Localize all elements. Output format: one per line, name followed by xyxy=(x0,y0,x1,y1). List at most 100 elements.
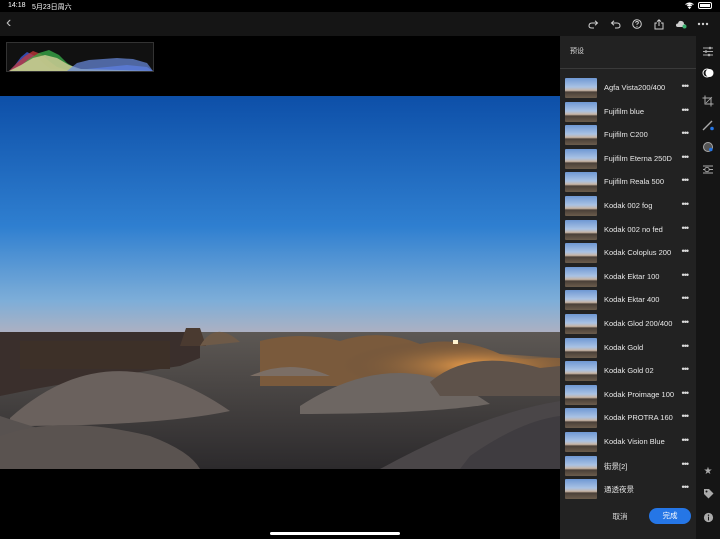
presets-icon[interactable] xyxy=(700,66,716,80)
preset-thumbnail xyxy=(565,266,597,287)
preset-more-icon[interactable]: ••• xyxy=(682,270,690,280)
preset-name: Kodak Ektar 400 xyxy=(604,295,660,305)
preset-item[interactable]: Kodak 002 fog ••• xyxy=(560,194,696,218)
preset-thumbnail xyxy=(565,125,597,146)
battery-icon xyxy=(698,2,712,9)
tag-icon[interactable] xyxy=(700,486,716,500)
preset-item[interactable]: 通透夜景 ••• xyxy=(560,477,696,501)
preset-item[interactable]: Kodak Ektar 100 ••• xyxy=(560,265,696,289)
presets-panel: 预设 Agfa Vista200/400 ••• Fujifilm blue ••• F… xyxy=(560,36,696,539)
preset-more-icon[interactable]: ••• xyxy=(682,105,690,115)
preset-thumbnail xyxy=(565,195,597,216)
preset-name: Fujifilm C200 xyxy=(604,130,648,140)
preset-item[interactable]: Kodak 002 no fed ••• xyxy=(560,218,696,242)
preset-more-icon[interactable]: ••• xyxy=(682,223,690,233)
preset-item[interactable]: Kodak Vision Blue ••• xyxy=(560,430,696,454)
preset-more-icon[interactable]: ••• xyxy=(682,341,690,351)
preset-name: 通透夜景 xyxy=(604,485,634,495)
preset-thumbnail xyxy=(565,313,597,334)
preset-name: Agfa Vista200/400 xyxy=(604,83,666,92)
wifi-icon xyxy=(685,2,694,9)
preset-name: Kodak PROTRA 160 xyxy=(604,413,673,423)
panel-divider xyxy=(560,68,696,69)
preset-item[interactable]: Agfa Vista200/400 ••• xyxy=(560,76,696,100)
preset-thumbnail xyxy=(565,479,597,500)
preset-thumbnail xyxy=(565,101,597,122)
home-indicator xyxy=(270,532,400,535)
preset-list: Agfa Vista200/400 ••• Fujifilm blue ••• Fuji… xyxy=(560,76,696,501)
preset-thumbnail xyxy=(565,431,597,452)
toolbar-actions xyxy=(582,16,714,32)
preset-more-icon[interactable]: ••• xyxy=(682,482,690,492)
preset-item[interactable]: Kodak Gold ••• xyxy=(560,336,696,360)
preset-more-icon[interactable]: ••• xyxy=(682,246,690,256)
preset-item[interactable]: Fujifilm Eterna 250D ••• xyxy=(560,147,696,171)
right-tool-rail: ★ xyxy=(696,36,720,539)
preset-thumbnail xyxy=(565,384,597,405)
preset-name: Kodak 002 no fed xyxy=(604,224,663,234)
preset-name: Fujifilm Reala 500 xyxy=(604,177,665,187)
preset-more-icon[interactable]: ••• xyxy=(682,199,690,209)
preset-item[interactable]: Fujifilm C200 ••• xyxy=(560,123,696,147)
preset-more-icon[interactable]: ••• xyxy=(682,364,690,374)
status-bar: 14:18 5月23日周六 xyxy=(0,0,720,12)
sliders-icon[interactable] xyxy=(700,44,716,58)
undo-icon[interactable] xyxy=(604,16,626,32)
preset-name: Fujifilm blue xyxy=(604,106,645,116)
preset-more-icon[interactable]: ••• xyxy=(682,81,690,91)
preset-more-icon[interactable]: ••• xyxy=(682,459,690,469)
preset-thumbnail xyxy=(565,455,597,476)
versions-icon[interactable] xyxy=(700,162,716,176)
preset-thumbnail xyxy=(565,243,597,264)
preset-more-icon[interactable]: ••• xyxy=(682,388,690,398)
crop-icon[interactable] xyxy=(700,94,716,108)
preset-item[interactable]: Fujifilm Reala 500 ••• xyxy=(560,170,696,194)
preset-name: Kodak Proimage 100 xyxy=(604,389,675,399)
top-toolbar: ‹ xyxy=(0,12,720,36)
preset-item[interactable]: Fujifilm blue ••• xyxy=(560,100,696,124)
preset-item[interactable]: Kodak PROTRA 160 ••• xyxy=(560,406,696,430)
share-icon[interactable] xyxy=(648,16,670,32)
preset-thumbnail xyxy=(565,78,597,98)
healing-icon[interactable] xyxy=(700,118,716,132)
help-icon[interactable] xyxy=(626,16,648,32)
preset-more-icon[interactable]: ••• xyxy=(682,152,690,162)
preset-name: Kodak Gold xyxy=(604,342,644,352)
preset-item[interactable]: Kodak Proimage 100 ••• xyxy=(560,383,696,407)
redo-icon[interactable] xyxy=(582,16,604,32)
preset-name: Kodak Ektar 100 xyxy=(604,271,660,281)
preset-more-icon[interactable]: ••• xyxy=(682,435,690,445)
status-date: 5月23日周六 xyxy=(32,4,72,11)
panel-title: 预设 xyxy=(570,48,584,55)
preset-item[interactable]: Kodak Gold 02 ••• xyxy=(560,359,696,383)
photo-canvas[interactable] xyxy=(0,36,560,539)
preset-more-icon[interactable]: ••• xyxy=(682,317,690,327)
preset-more-icon[interactable]: ••• xyxy=(682,293,690,303)
preset-item[interactable]: Kodak Glod 200/400 ••• xyxy=(560,312,696,336)
preset-name: Kodak Gold 02 xyxy=(604,366,654,376)
more-icon[interactable] xyxy=(692,16,714,32)
preset-name: 街景[2] xyxy=(604,461,628,471)
cloud-sync-icon[interactable] xyxy=(670,16,692,32)
preset-thumbnail xyxy=(565,148,597,169)
photo-preview xyxy=(0,96,560,469)
preset-more-icon[interactable]: ••• xyxy=(682,128,690,138)
mask-icon[interactable] xyxy=(700,140,716,154)
preset-thumbnail xyxy=(565,337,597,358)
preset-thumbnail xyxy=(565,219,597,240)
preset-item[interactable]: Kodak Ektar 400 ••• xyxy=(560,288,696,312)
preset-item[interactable]: 街景[2] ••• xyxy=(560,454,696,478)
preset-name: Kodak 002 fog xyxy=(604,200,653,210)
back-chevron-icon[interactable]: ‹ xyxy=(6,14,11,32)
preset-name: Kodak Glod 200/400 xyxy=(604,318,673,328)
histogram xyxy=(6,42,154,72)
status-indicators xyxy=(685,2,712,9)
star-icon[interactable]: ★ xyxy=(700,464,716,478)
preset-more-icon[interactable]: ••• xyxy=(682,175,690,185)
info-icon[interactable] xyxy=(700,510,716,524)
preset-more-icon[interactable]: ••• xyxy=(682,411,690,421)
preset-item[interactable]: Kodak Coloplus 200 ••• xyxy=(560,241,696,265)
preset-name: Kodak Vision Blue xyxy=(604,436,665,446)
done-button[interactable]: 完成 xyxy=(649,508,691,524)
cancel-button[interactable]: 取消 xyxy=(606,510,634,524)
